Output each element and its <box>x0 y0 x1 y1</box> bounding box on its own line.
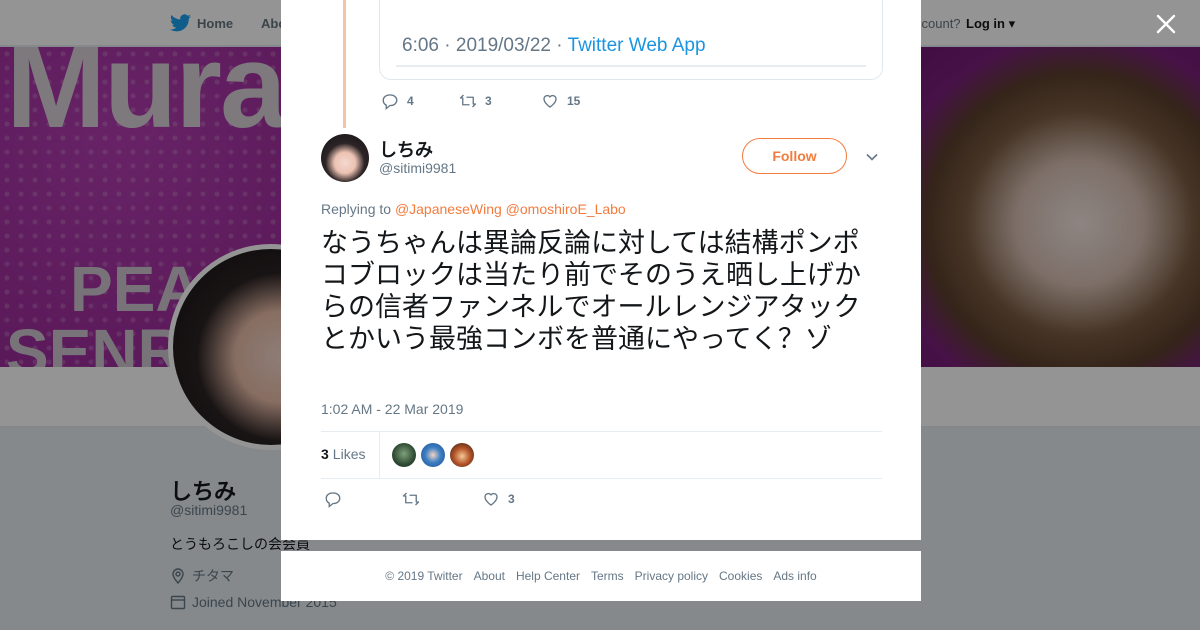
like-count: 3 <box>508 492 515 506</box>
prev-retweet-button[interactable]: 3 <box>459 92 541 110</box>
previous-tweet-actions: 4 3 15 <box>381 92 580 110</box>
likes-stat[interactable]: 3 Likes <box>321 446 365 464</box>
tweet-modal: 6:06 · 2019/03/22 · Twitter Web App 4 3 … <box>281 0 921 540</box>
replying-to: Replying to @JapaneseWing @omoshiroE_Lab… <box>321 201 626 217</box>
footer-copyright: © 2019 Twitter <box>385 569 463 583</box>
quoted-divider <box>396 65 866 67</box>
tweet-actions: 3 <box>324 490 515 508</box>
quoted-time: 6:06 <box>402 35 439 56</box>
heart-icon <box>543 94 557 108</box>
prev-like-count: 15 <box>567 94 581 108</box>
follow-button[interactable]: Follow <box>742 138 847 174</box>
liker-avatar[interactable] <box>450 443 475 467</box>
tweet-stats: 3 Likes <box>321 431 882 479</box>
quoted-tweet-card[interactable]: 6:06 · 2019/03/22 · Twitter Web App <box>379 0 883 80</box>
modal-footer: © 2019 Twitter About Help Center Terms P… <box>281 551 921 601</box>
footer-link-ads-info[interactable]: Ads info <box>773 569 816 583</box>
tweet-text: なうちゃんは異論反論に対しては結構ポンポコブロックは当たり前でそのうえ晒し上げか… <box>321 228 861 355</box>
retweet-icon <box>402 492 420 506</box>
reply-icon <box>382 94 398 110</box>
prev-retweet-count: 3 <box>485 94 492 108</box>
close-icon[interactable] <box>1154 12 1178 36</box>
replying-prefix: Replying to <box>321 201 392 217</box>
retweet-icon <box>459 94 477 108</box>
tweet-author-avatar[interactable] <box>321 134 369 182</box>
like-button[interactable]: 3 <box>482 490 515 508</box>
liker-avatar[interactable] <box>392 443 417 467</box>
likes-count: 3 <box>321 446 329 462</box>
footer-link-terms[interactable]: Terms <box>591 569 624 583</box>
prev-reply-count: 4 <box>407 94 414 108</box>
tweet-author-name[interactable]: しちみ <box>379 136 433 162</box>
reply-icon <box>325 492 341 508</box>
heart-icon <box>484 492 498 506</box>
chevron-down-icon[interactable] <box>865 150 879 164</box>
quoted-tweet-meta: 6:06 · 2019/03/22 · Twitter Web App <box>402 35 706 57</box>
reply-button[interactable] <box>324 490 402 508</box>
tweet-timestamp[interactable]: 1:02 AM - 22 Mar 2019 <box>321 401 463 417</box>
reply-mention-1[interactable]: @JapaneseWing <box>395 201 502 217</box>
footer-link-privacy[interactable]: Privacy policy <box>635 569 708 583</box>
prev-like-button[interactable]: 15 <box>541 92 580 110</box>
quoted-date: 2019/03/22 <box>455 35 551 56</box>
retweet-button[interactable] <box>402 490 482 508</box>
prev-reply-button[interactable]: 4 <box>381 92 459 110</box>
quoted-via[interactable]: Twitter Web App <box>568 35 706 56</box>
liker-avatar[interactable] <box>421 443 446 467</box>
stats-divider <box>379 431 381 479</box>
reply-mention-2[interactable]: @omoshiroE_Labo <box>506 201 626 217</box>
quoted-sep-1: · <box>444 35 451 56</box>
tweet-author-handle[interactable]: @sitimi9981 <box>379 160 456 176</box>
likes-label: Likes <box>332 446 366 462</box>
footer-link-help-center[interactable]: Help Center <box>516 569 580 583</box>
footer-link-about[interactable]: About <box>474 569 505 583</box>
footer-link-cookies[interactable]: Cookies <box>719 569 762 583</box>
quoted-sep-2: · <box>556 35 563 56</box>
thread-line <box>343 0 346 128</box>
